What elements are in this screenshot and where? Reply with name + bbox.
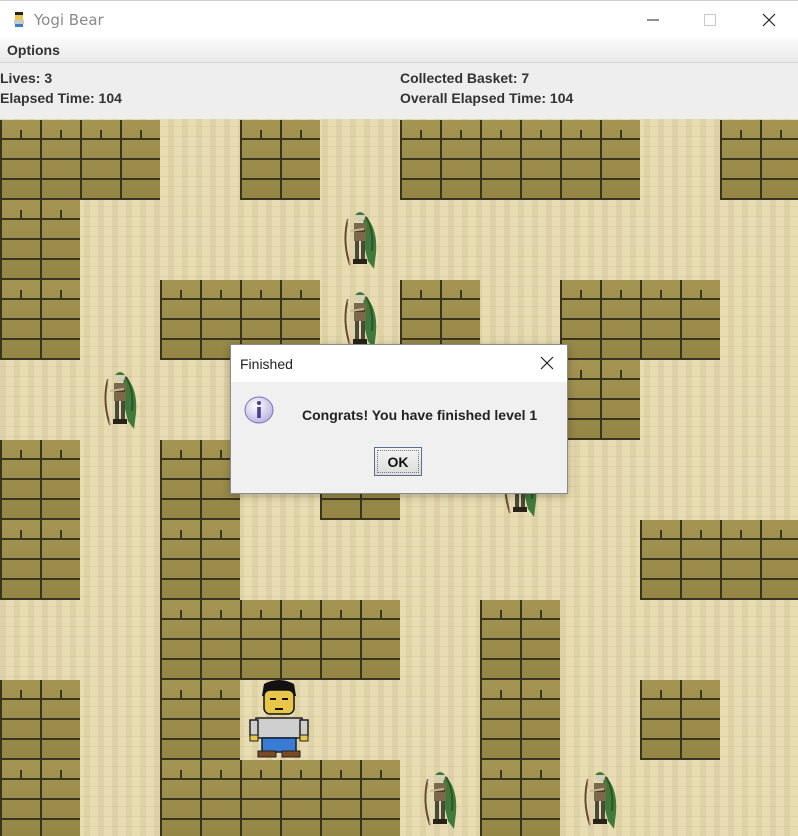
menubar: Options (0, 38, 798, 63)
close-icon (762, 13, 776, 27)
wall-tile (160, 520, 240, 600)
elapsed-time-label: Elapsed Time: 104 (0, 90, 122, 106)
wall-tile (560, 280, 640, 360)
wall-tile (160, 440, 240, 520)
wall-tile (560, 120, 640, 200)
dialog-close-button[interactable] (535, 351, 559, 375)
wall-tile (160, 760, 240, 836)
wall-tile (0, 200, 80, 280)
wall-tile (160, 680, 240, 760)
wall-tile (320, 760, 400, 836)
wall-tile (240, 120, 320, 200)
dialog-title: Finished (240, 356, 293, 372)
wall-tile (0, 760, 80, 836)
wall-tile (160, 600, 240, 680)
wall-tile (480, 600, 560, 680)
wall-tile (560, 360, 640, 440)
maximize-button[interactable] (681, 1, 739, 39)
status-panel: Lives: 3 Elapsed Time: 104 Collected Bas… (0, 63, 798, 120)
wall-tile (640, 520, 720, 600)
window-titlebar: Yogi Bear (0, 0, 798, 38)
wall-tile (240, 760, 320, 836)
window-title: Yogi Bear (34, 11, 104, 29)
ok-button-label: OK (387, 453, 409, 470)
wall-tile (400, 120, 480, 200)
wall-tile (160, 280, 240, 360)
wall-tile (480, 760, 560, 836)
maximize-icon (704, 14, 716, 26)
wall-tile (320, 600, 400, 680)
ranger-sprite (580, 767, 620, 836)
menu-options[interactable]: Options (7, 42, 60, 58)
wall-tile (80, 120, 160, 200)
wall-tile (720, 120, 798, 200)
wall-tile (640, 280, 720, 360)
player-sprite (246, 678, 312, 763)
dialog-titlebar: Finished (231, 345, 567, 382)
overall-elapsed-time-label: Overall Elapsed Time: 104 (400, 90, 574, 106)
minimize-icon (647, 19, 659, 21)
wall-tile (720, 520, 798, 600)
collected-basket-label: Collected Basket: 7 (400, 70, 530, 86)
wall-tile (0, 520, 80, 600)
minimize-button[interactable] (624, 1, 682, 39)
wall-tile (0, 280, 80, 360)
wall-tile (480, 120, 560, 200)
close-button[interactable] (740, 1, 798, 39)
wall-tile (0, 440, 80, 520)
wall-tile (0, 120, 80, 200)
ranger-sprite (420, 767, 460, 836)
ranger-sprite (340, 207, 380, 278)
ok-button[interactable]: OK (374, 447, 422, 476)
wall-tile (480, 680, 560, 760)
close-icon (540, 356, 554, 370)
dialog-message: Congrats! You have finished level 1 (302, 407, 538, 423)
wall-tile (640, 680, 720, 760)
lives-label: Lives: 3 (0, 70, 53, 86)
wall-tile (240, 600, 320, 680)
wall-tile (0, 680, 80, 760)
finished-dialog: Finished Congrats! You have finished lev… (230, 344, 568, 494)
ranger-sprite (100, 367, 140, 438)
info-icon (244, 395, 274, 425)
yogi-bear-icon (11, 11, 27, 27)
